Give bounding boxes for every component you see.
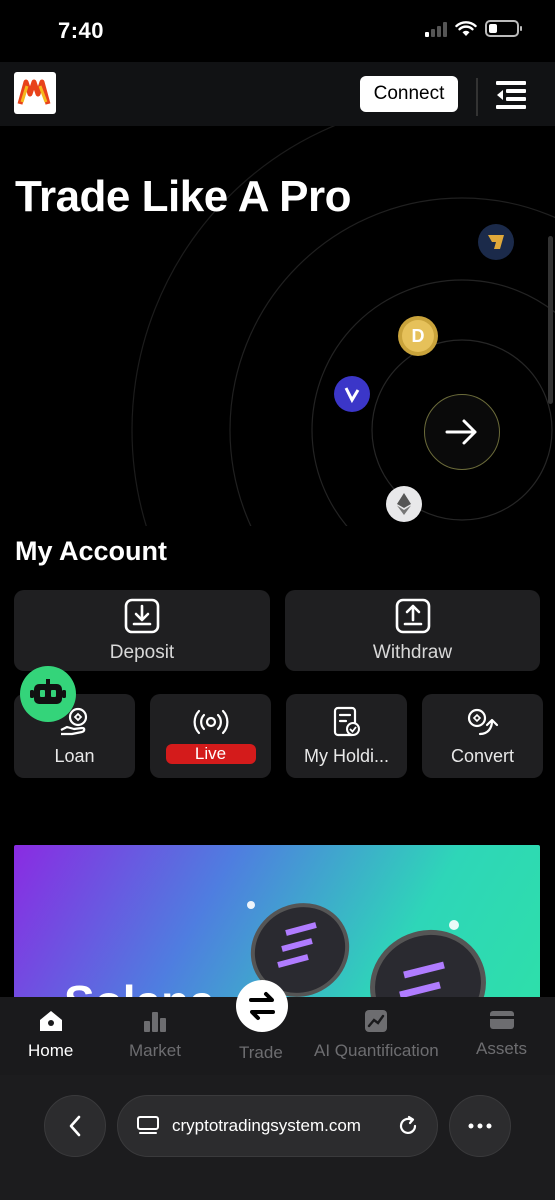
nav-ai-quantification-label: AI Quantification	[314, 1041, 439, 1060]
my-holdings-button[interactable]: My Holdi...	[286, 694, 407, 778]
home-icon	[39, 1011, 62, 1031]
wallet-icon	[489, 1011, 514, 1029]
scrollbar[interactable]	[548, 236, 553, 404]
browser-back-button[interactable]	[44, 1095, 106, 1157]
nav-trade[interactable]: Trade	[239, 1043, 283, 1063]
hero-section: Trade Like A Pro D	[0, 126, 555, 526]
chart-image-icon	[365, 1010, 388, 1032]
hero-arrow-button[interactable]	[424, 394, 500, 470]
nav-ai-quantification[interactable]: AI Quantification	[314, 1009, 439, 1061]
my-account-title: My Account	[15, 536, 168, 566]
address-bar[interactable]: cryptotradingsystem.com	[117, 1095, 438, 1157]
loan-label: Loan	[54, 745, 95, 766]
nav-trade-label: Trade	[239, 1043, 283, 1062]
nav-market-label: Market	[129, 1041, 181, 1060]
reload-icon[interactable]	[397, 1115, 419, 1137]
my-holdings-label: My Holdi...	[303, 745, 390, 766]
nav-market[interactable]: Market	[129, 1009, 181, 1061]
convert-label: Convert	[450, 745, 515, 766]
trade-button[interactable]	[236, 980, 288, 1032]
ethereum-icon	[386, 486, 422, 522]
coin-token-icon	[478, 224, 514, 260]
deposit-button[interactable]: Deposit	[14, 590, 270, 671]
nav-home-label: Home	[28, 1041, 74, 1060]
coin-v-icon	[334, 376, 370, 412]
cellular-signal-icon	[425, 21, 447, 37]
browser-more-button[interactable]	[449, 1095, 511, 1157]
status-bar: 7:40	[0, 0, 555, 62]
bar-chart-icon	[143, 1012, 166, 1032]
swap-icon	[249, 992, 275, 1020]
app-header: Connect	[0, 62, 555, 126]
status-time: 7:40	[58, 18, 105, 43]
nav-assets[interactable]: Assets	[476, 1009, 527, 1059]
withdraw-label: Withdraw	[372, 641, 453, 663]
battery-icon	[485, 20, 522, 37]
deposit-label: Deposit	[109, 641, 175, 663]
broadcast-icon	[193, 709, 228, 735]
withdraw-button[interactable]: Withdraw	[285, 590, 540, 671]
header-divider	[476, 78, 478, 116]
url-text[interactable]: cryptotradingsystem.com	[172, 1116, 385, 1136]
site-settings-icon[interactable]	[136, 1115, 160, 1137]
hero-title: Trade Like A Pro	[15, 172, 351, 221]
upload-icon	[395, 598, 430, 633]
arrow-right-icon	[445, 419, 477, 445]
dogecoin-icon: D	[398, 316, 438, 356]
live-badge: Live	[165, 744, 256, 764]
live-button[interactable]: Live	[150, 694, 271, 778]
menu-icon[interactable]	[494, 78, 530, 112]
convert-icon	[467, 708, 498, 735]
connect-button[interactable]: Connect	[360, 76, 458, 112]
browser-toolbar: cryptotradingsystem.com	[0, 1075, 555, 1200]
status-icons	[425, 20, 522, 37]
more-icon	[468, 1123, 492, 1129]
wifi-icon	[455, 20, 477, 36]
nav-assets-label: Assets	[476, 1039, 528, 1058]
download-icon	[124, 598, 160, 633]
nav-home[interactable]: Home	[28, 1009, 73, 1061]
chatbot-icon[interactable]	[20, 666, 76, 722]
chevron-left-icon	[69, 1115, 81, 1137]
app-logo[interactable]	[14, 72, 56, 114]
convert-button[interactable]: Convert	[422, 694, 543, 778]
holdings-icon	[333, 706, 360, 736]
